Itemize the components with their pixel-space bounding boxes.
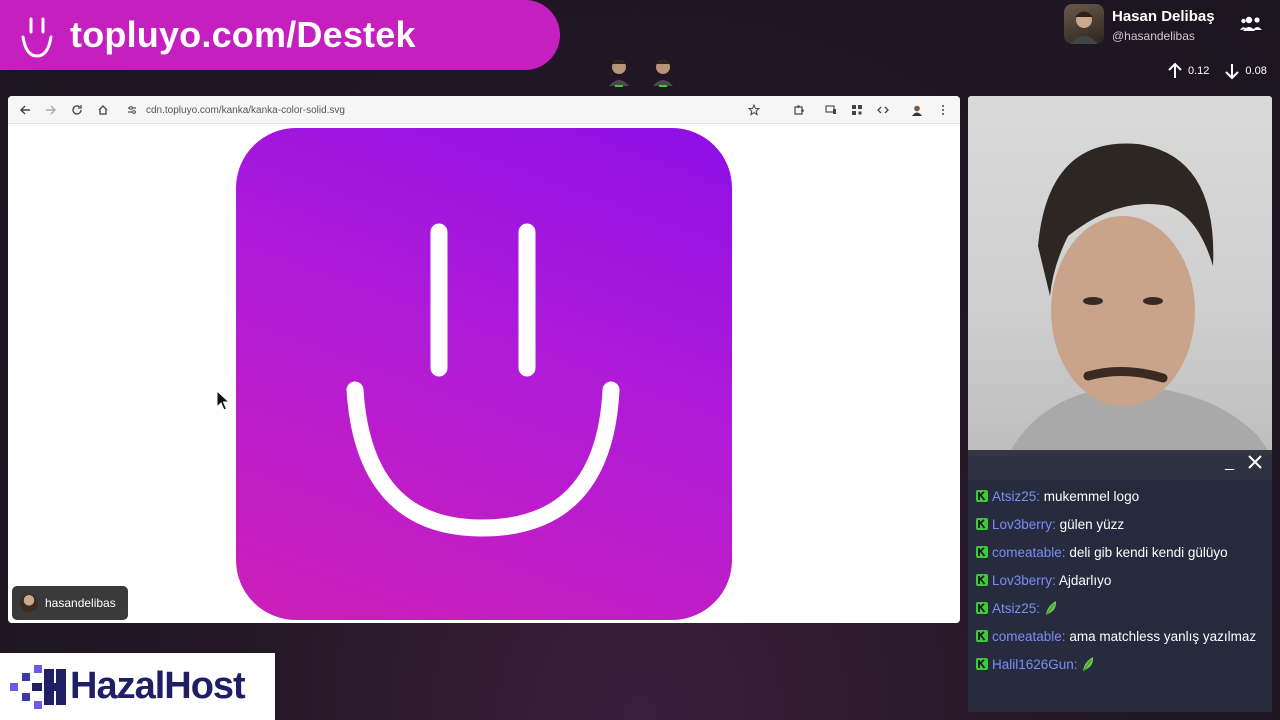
chat-message: comeatable: ama matchless yanlış yazılma… xyxy=(976,626,1264,647)
close-icon[interactable] xyxy=(1246,453,1264,471)
kick-badge-icon xyxy=(976,518,988,530)
chat-message: Lov3berry: Ajdarlıyo xyxy=(976,570,1264,591)
chat-message: comeatable: deli gib kendi kendi gülüyo xyxy=(976,542,1264,563)
streamer-name-tag: hasandelibas xyxy=(12,586,128,620)
chat-username[interactable]: Lov3berry: xyxy=(992,517,1056,532)
avatar xyxy=(1064,4,1104,44)
chat-panel: _ Atsiz25: mukemmel logo Lov3berry: güle… xyxy=(968,450,1272,712)
browser-window: cdn.topluyo.com/kanka/kanka-color-solid.… xyxy=(8,96,960,623)
download-rate: 0.08 xyxy=(1245,65,1267,77)
kick-badge-icon xyxy=(976,602,988,614)
reload-button[interactable] xyxy=(64,97,90,123)
home-button[interactable] xyxy=(90,97,116,123)
devices-icon xyxy=(825,105,836,114)
chat-text: mukemmel logo xyxy=(1043,489,1140,504)
browser-toolbar: cdn.topluyo.com/kanka/kanka-color-solid.… xyxy=(8,96,960,124)
chat-text: ama matchless yanlış yazılmaz xyxy=(1069,629,1257,644)
extensions-button[interactable] xyxy=(786,97,812,123)
viewer-avatar[interactable] xyxy=(650,56,676,88)
cast-button[interactable] xyxy=(818,97,844,123)
kick-badge-icon xyxy=(976,490,988,502)
smiley-face-icon xyxy=(346,223,620,537)
sponsor-logo: HazalHost xyxy=(0,653,275,720)
avatar xyxy=(20,594,38,612)
kebab-menu-icon xyxy=(942,105,944,115)
chat-username[interactable]: comeatable: xyxy=(992,545,1066,560)
arrow-right-icon xyxy=(46,105,56,114)
chat-username[interactable]: Atsiz25: xyxy=(992,601,1040,616)
kick-badge-icon xyxy=(976,630,988,642)
home-icon xyxy=(98,104,108,115)
arrow-left-icon xyxy=(20,105,30,114)
reload-icon xyxy=(72,104,82,115)
code-icon xyxy=(877,106,889,114)
qr-code-icon xyxy=(852,105,862,115)
arrow-up-icon xyxy=(1168,62,1182,78)
emote-icon xyxy=(1083,657,1094,671)
page-viewport xyxy=(8,124,960,623)
puzzle-icon xyxy=(794,105,804,115)
promo-banner: topluyo.com/Destek xyxy=(0,0,560,70)
chat-messages: Atsiz25: mukemmel logo Lov3berry: gülen … xyxy=(968,480,1272,675)
chat-message: Atsiz25: mukemmel logo xyxy=(976,486,1264,507)
kick-badge-icon xyxy=(976,658,988,670)
url-text: cdn.topluyo.com/kanka/kanka-color-solid.… xyxy=(146,104,345,116)
arrow-down-icon xyxy=(1225,64,1240,80)
chat-username[interactable]: Halil1626Gun: xyxy=(992,657,1078,672)
minimize-button[interactable]: _ xyxy=(1225,454,1234,472)
user-handle: @hasandelibas xyxy=(1112,29,1195,43)
people-icon[interactable] xyxy=(1240,14,1264,34)
sponsor-name: HazalHost xyxy=(70,665,246,707)
chat-message: Halil1626Gun: xyxy=(976,654,1264,675)
webcam-person xyxy=(1008,143,1272,456)
chat-message: Atsiz25: xyxy=(976,598,1264,619)
emote-icon xyxy=(1045,601,1056,615)
profile-button[interactable] xyxy=(904,97,930,123)
address-bar[interactable]: cdn.topluyo.com/kanka/kanka-color-solid.… xyxy=(122,99,762,121)
back-button[interactable] xyxy=(12,97,38,123)
star-icon[interactable] xyxy=(748,104,760,116)
forward-button[interactable] xyxy=(38,97,64,123)
chat-header: _ xyxy=(968,450,1272,480)
kick-badge-icon xyxy=(976,574,988,586)
kick-badge-icon xyxy=(976,546,988,558)
mouse-cursor-icon xyxy=(216,390,231,411)
chat-message: Lov3berry: gülen yüzz xyxy=(976,514,1264,535)
chat-text: Ajdarlıyo xyxy=(1058,573,1112,588)
chat-text: gülen yüzz xyxy=(1059,517,1125,532)
viewer-avatar[interactable] xyxy=(606,56,632,88)
hazalhost-logo-icon xyxy=(10,664,66,709)
chat-text: deli gib kendi kendi gülüyo xyxy=(1069,545,1228,560)
kanka-logo-image xyxy=(236,128,732,620)
upload-rate: 0.12 xyxy=(1188,65,1210,77)
menu-button[interactable] xyxy=(930,97,956,123)
banner-text: topluyo.com/Destek xyxy=(70,14,416,55)
smiley-logo-icon xyxy=(21,17,53,58)
user-name: Hasan Delibaş xyxy=(1112,8,1215,25)
chat-username[interactable]: comeatable: xyxy=(992,629,1066,644)
chat-username[interactable]: Atsiz25: xyxy=(992,489,1040,504)
devtools-button[interactable] xyxy=(870,97,896,123)
webcam-feed xyxy=(968,96,1272,456)
profile-icon xyxy=(912,105,922,116)
network-stats: 0.12 0.08 xyxy=(1166,62,1267,80)
site-settings-icon[interactable] xyxy=(126,104,138,116)
streamer-name: hasandelibas xyxy=(45,596,116,610)
qr-button[interactable] xyxy=(844,97,870,123)
chat-username[interactable]: Lov3berry: xyxy=(992,573,1056,588)
